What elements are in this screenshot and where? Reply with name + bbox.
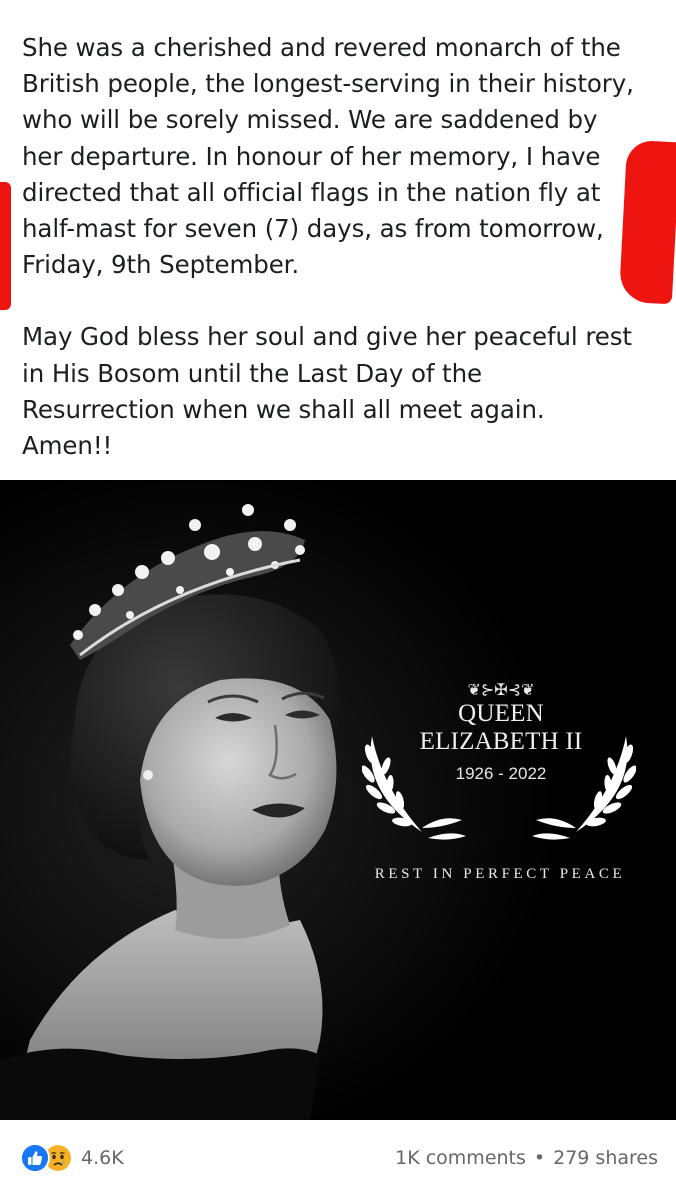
shares-count-link[interactable]: 279 shares xyxy=(553,1147,658,1169)
post-line: her departure. In honour of her memory, … xyxy=(22,141,601,171)
post-line: She was a cherished and revered monarch … xyxy=(22,33,621,62)
post-paragraph-2: May God bless her soul and give her peac… xyxy=(22,319,662,464)
post-paragraph-1: She was a cherished and revered monarch … xyxy=(22,30,662,283)
post-line: directed that all official flags in the … xyxy=(22,177,601,207)
post-line: in His Bosom until the Last Day of the xyxy=(22,358,482,388)
comments-count-link[interactable]: 1K comments xyxy=(395,1147,526,1169)
laurel-wreath-icon xyxy=(362,736,636,840)
post-line: Friday, 9th September. xyxy=(22,250,300,280)
post-line: Resurrection when we shall all meet agai… xyxy=(22,394,545,424)
red-highlight-mark-right xyxy=(618,139,676,305)
rest-in-peace-text: REST IN PERFECT PEACE xyxy=(374,866,626,882)
red-highlight-mark-left xyxy=(0,182,11,310)
post-text: She was a cherished and revered monarch … xyxy=(22,30,662,464)
ornament-flourish: ❦⊱✠⊰❦ xyxy=(467,680,535,699)
reactions-summary[interactable]: 4.6K xyxy=(20,1143,124,1173)
engagement-counts: 1K comments • 279 shares xyxy=(395,1147,658,1169)
post-line: Amen!! xyxy=(22,431,113,461)
post-line: May God bless her soul and give her peac… xyxy=(22,322,632,352)
like-icon xyxy=(20,1143,50,1173)
separator-dot: • xyxy=(533,1147,546,1169)
post-engagement-bar: 4.6K 1K comments • 279 shares xyxy=(0,1120,676,1200)
post-line: half-mast for seven (7) days, as from to… xyxy=(22,214,604,244)
post-line: who will be sorely missed. We are sadden… xyxy=(22,105,598,135)
reaction-count: 4.6K xyxy=(81,1147,124,1169)
post-image[interactable]: ❦⊱✠⊰❦ QUEEN ELIZABETH II 1926 - 2022 RES… xyxy=(0,480,676,1120)
post-line: British people, the longest-serving in t… xyxy=(22,69,634,99)
memorial-name-line-1: QUEEN xyxy=(458,700,544,727)
